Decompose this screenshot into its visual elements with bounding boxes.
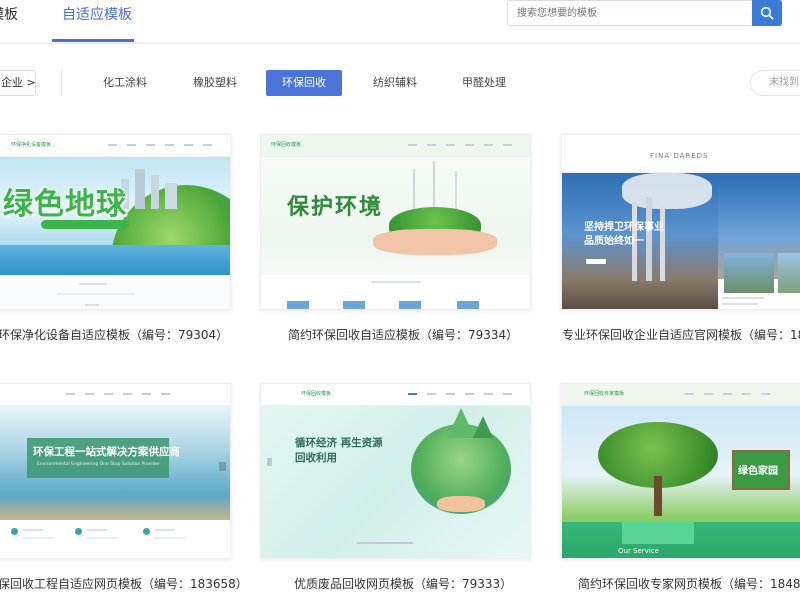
preview-footer: [261, 275, 530, 309]
search-box: [507, 0, 783, 26]
template-card-79333[interactable]: 环保回收模板 循环经济 再生资源回收利用: [260, 383, 531, 559]
template-caption[interactable]: 环保净化设备自适应模板（编号：79304）: [0, 326, 228, 343]
search-input[interactable]: [508, 1, 783, 26]
template-preview-image: 环保工程一站式解决方案供应商 Environmental Engineering…: [0, 406, 230, 520]
preview-navbar: 环保回收模板: [261, 135, 530, 157]
preview-navbar: FINA DAREDS: [562, 135, 800, 173]
category-environmental-recycling[interactable]: 环保回收: [266, 70, 342, 96]
template-caption[interactable]: 专业环保回收企业自适应官网模板（编号：1830: [562, 326, 800, 343]
template-caption[interactable]: 简约环保回收自适应模板（编号：79334）: [288, 326, 518, 343]
hero-heading: 循环经济 再生资源回收利用: [295, 437, 383, 464]
hero-heading: 坚持捍卫环保事业 品质始终如一: [584, 222, 664, 247]
category-filter-row: 企业 > 化工涂料 橡胶塑料 环保回收 纺织辅料 甲醛处理 未找到合: [0, 62, 800, 104]
category-textile-auxiliaries[interactable]: 纺织辅料: [373, 70, 417, 96]
template-caption[interactable]: 保回收工程自适应网页模板（编号：183658）: [0, 575, 248, 592]
preview-logo: 环保回收专家模板: [584, 391, 625, 397]
category-formaldehyde-treatment[interactable]: 甲醛处理: [462, 70, 506, 96]
hero-subheading: Our Service: [618, 547, 659, 555]
template-preview-image: 坚持捍卫环保事业 品质始终如一: [562, 173, 800, 309]
hero-heading: 环保工程一站式解决方案供应商: [33, 446, 180, 458]
tab-templates[interactable]: 模板: [0, 4, 18, 24]
preview-navbar: 环保回收专家模板: [562, 384, 800, 406]
template-caption[interactable]: 优质废品回收网页模板（编号：79333）: [294, 575, 512, 592]
divider: [61, 70, 62, 96]
preview-navbar: 环保净化设备模板: [0, 135, 230, 157]
preview-logo: 环保回收模板: [271, 142, 302, 148]
top-tab-bar: 模板 自适应模板: [0, 0, 800, 44]
not-found-button[interactable]: 未找到合: [750, 70, 800, 96]
template-card-79304[interactable]: 环保净化设备模板 绿色地球: [0, 134, 231, 310]
preview-nav-links: [108, 144, 212, 146]
preview-navbar: [0, 384, 230, 406]
hero-subheading: Environmental Engineering One Stop Solut…: [37, 462, 161, 467]
template-card-183658[interactable]: 环保工程一站式解决方案供应商 Environmental Engineering…: [0, 383, 231, 559]
preview-logo: 环保回收模板: [301, 391, 332, 397]
preview-footer: [0, 275, 230, 309]
category-chemical-coatings[interactable]: 化工涂料: [103, 70, 147, 96]
preview-logo: 环保净化设备模板: [11, 142, 52, 148]
preview-logo: FINA DAREDS: [650, 152, 709, 160]
search-button[interactable]: [752, 0, 782, 26]
template-preview-image: 绿色家园 Our Service: [562, 406, 800, 558]
hero-heading: 绿色家园: [738, 466, 778, 477]
template-preview-image: 绿色地球: [0, 157, 230, 275]
preview-nav-links: [408, 144, 512, 146]
hero-heading: 保护环境: [287, 195, 384, 220]
template-preview-image: 循环经济 再生资源回收利用: [261, 406, 530, 558]
category-rubber-plastics[interactable]: 橡胶塑料: [193, 70, 237, 96]
template-card-79334[interactable]: 环保回收模板 保护环境: [260, 134, 531, 310]
template-preview-image: 保护环境: [261, 157, 530, 275]
preview-footer: [0, 520, 230, 558]
hero-heading: 绿色地球: [3, 187, 127, 222]
template-card-184891[interactable]: 环保回收专家模板 绿色家园 Our Service: [561, 383, 800, 559]
search-icon: [760, 6, 774, 20]
preview-nav-links: [66, 393, 170, 395]
tab-responsive-templates[interactable]: 自适应模板: [62, 4, 132, 24]
template-caption[interactable]: 简约环保回收专家网页模板（编号：184891: [578, 575, 800, 592]
template-card-1830[interactable]: FINA DAREDS 坚持捍卫环保事业 品质始终如一: [561, 134, 800, 310]
preview-nav-links: [408, 393, 512, 395]
preview-navbar: 环保回收模板: [261, 384, 530, 406]
industry-dropdown[interactable]: 企业 >: [0, 70, 36, 96]
active-tab-indicator: [52, 39, 134, 42]
preview-nav-links: [685, 393, 770, 395]
